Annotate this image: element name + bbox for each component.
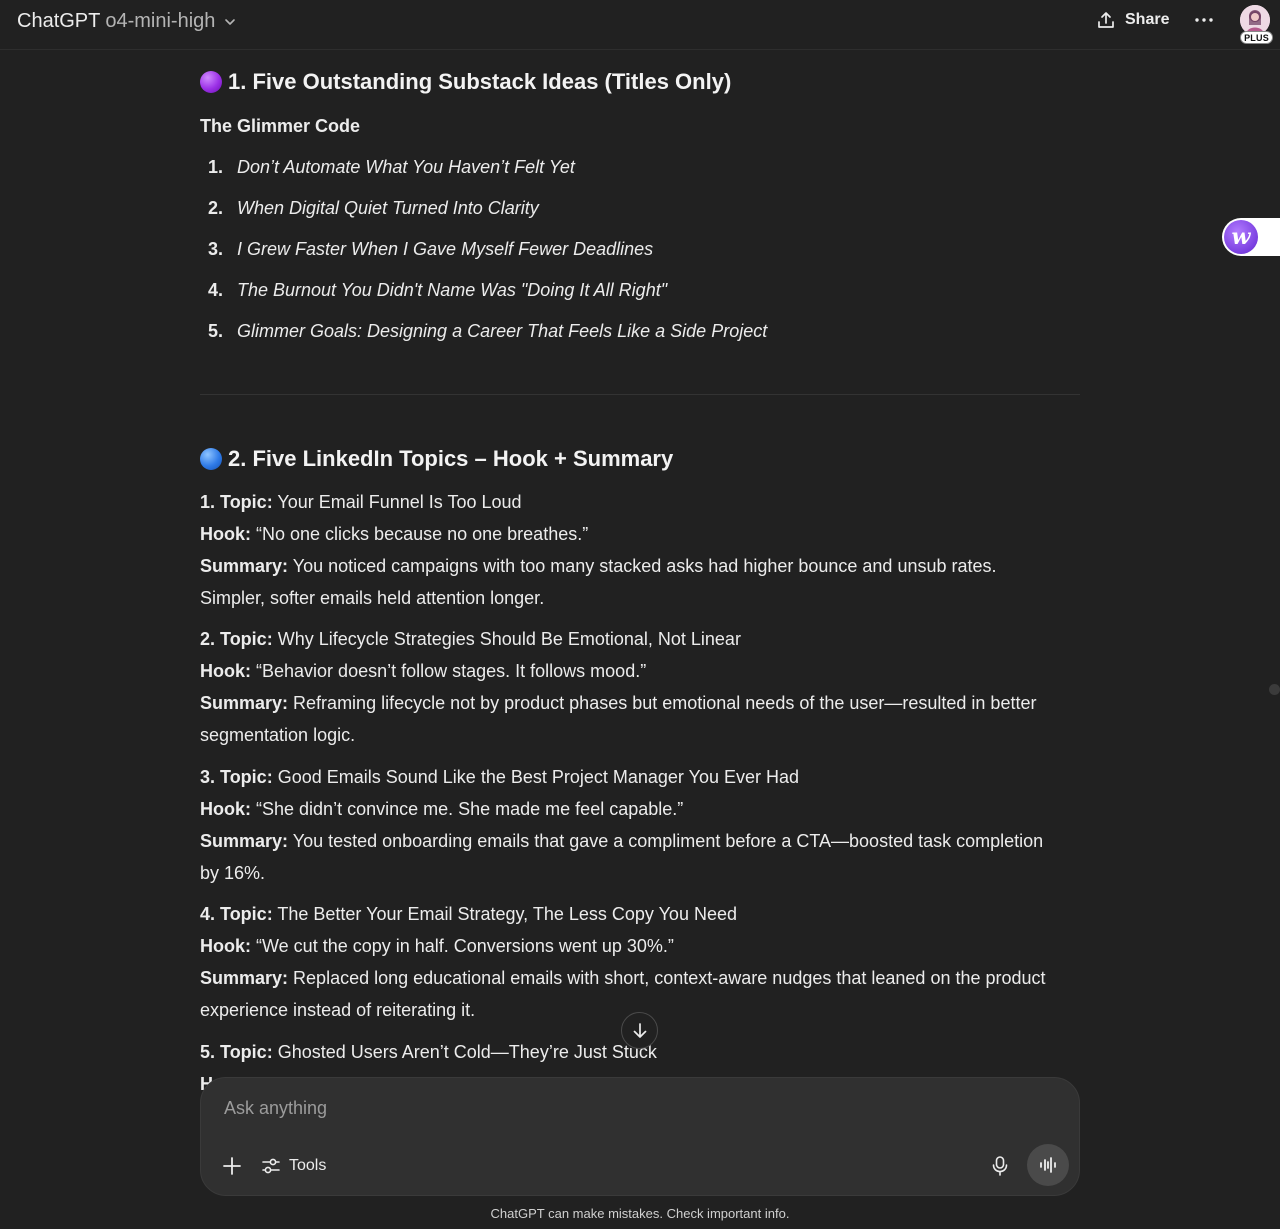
app-name: ChatGPT: [17, 9, 101, 32]
top-bar: ChatGPT o4-mini-high Share PLUS: [0, 0, 1280, 50]
list-item: 1. Don’t Automate What You Haven’t Felt Y…: [208, 157, 575, 177]
summary-line: Summary: You tested onboarding emails th…: [200, 831, 1044, 851]
dictate-button[interactable]: [987, 1151, 1013, 1181]
hook-line: Hook: “We cut the copy in half. Conversi…: [200, 936, 674, 956]
topic-line: 4. Topic: The Better Your Email Strategy…: [200, 904, 737, 924]
summary-line-cont: experience instead of reiterating it.: [200, 1000, 476, 1020]
topic-line: 3. Topic: Good Emails Sound Like the Bes…: [200, 767, 800, 787]
extension-widget[interactable]: w: [1222, 218, 1280, 256]
tools-label: Tools: [289, 1157, 327, 1174]
list-item: 5. Glimmer Goals: Designing a Career That…: [208, 321, 768, 341]
hook-line: Hook: “Behavior doesn’t follow stages. I…: [200, 661, 647, 681]
message-composer[interactable]: Ask anything Tools: [200, 1077, 1080, 1196]
topic-line: 2. Topic: Why Lifecycle Strategies Shoul…: [200, 629, 741, 649]
list-item: 4. The Burnout You Didn't Name Was "Doing…: [208, 280, 668, 300]
summary-line: Summary: Reframing lifecycle not by prod…: [200, 693, 1037, 713]
hook-line: Hook: “She didn’t convince me. She made …: [200, 799, 684, 819]
summary-line-cont: Simpler, softer emails held attention lo…: [200, 588, 545, 608]
model-selector-button[interactable]: ChatGPT o4-mini-high: [17, 7, 237, 35]
summary-line: Summary: Replaced long educational email…: [200, 968, 1046, 988]
waveform-icon: [1040, 1157, 1056, 1173]
disclaimer-text: ChatGPT can make mistakes. Check importa…: [490, 1206, 790, 1221]
section2-title: 2. Five LinkedIn Topics – Hook + Summary: [228, 446, 674, 471]
topic-line: 1. Topic: Your Email Funnel Is Too Loud: [200, 492, 522, 512]
model-name: o4-mini-high: [105, 9, 216, 32]
blue-circle-icon: [200, 448, 222, 470]
hook-line: Hook: “No one clicks because no one brea…: [200, 524, 589, 544]
summary-line-cont: by 16%.: [200, 863, 266, 883]
substack-subheading: The Glimmer Code: [200, 116, 361, 136]
share-icon: [1098, 12, 1114, 28]
scroll-to-bottom-button[interactable]: [621, 1012, 658, 1049]
section2-heading: 2. Five LinkedIn Topics – Hook + Summary: [200, 446, 673, 472]
share-label: Share: [1125, 11, 1170, 28]
summary-line: Summary: You noticed campaigns with too …: [200, 556, 997, 576]
chevron-down-icon: [225, 19, 236, 25]
plan-badge: PLUS: [1240, 31, 1273, 44]
summary-line-cont: segmentation logic.: [200, 725, 356, 745]
sliders-icon: [262, 1158, 280, 1174]
scrollbar-handle[interactable]: [1269, 684, 1280, 695]
tools-button[interactable]: Tools: [261, 1152, 326, 1180]
list-item: 2. When Digital Quiet Turned Into Clarity: [208, 198, 539, 218]
microphone-icon: [992, 1156, 1008, 1176]
arrow-down-icon: [633, 1022, 646, 1038]
purple-circle-icon: [200, 71, 222, 93]
list-item: 3. I Grew Faster When I Gave Myself Fewer…: [208, 239, 654, 259]
plus-icon: [223, 1157, 241, 1175]
more-options-button[interactable]: [1192, 10, 1216, 30]
share-button[interactable]: Share: [1096, 8, 1169, 32]
message-input[interactable]: Ask anything: [224, 1098, 327, 1119]
ellipsis-icon: [1195, 18, 1213, 22]
topic-line: 5. Topic: Ghosted Users Aren’t Cold—They…: [200, 1042, 657, 1062]
section1-heading: 1. Five Outstanding Substack Ideas (Titl…: [200, 69, 731, 95]
extension-logo-icon: w: [1224, 220, 1258, 254]
voice-mode-button[interactable]: [1027, 1144, 1069, 1186]
section-divider: [200, 394, 1080, 395]
section1-title: 1. Five Outstanding Substack Ideas (Titl…: [228, 69, 732, 94]
attach-button[interactable]: [217, 1151, 247, 1181]
